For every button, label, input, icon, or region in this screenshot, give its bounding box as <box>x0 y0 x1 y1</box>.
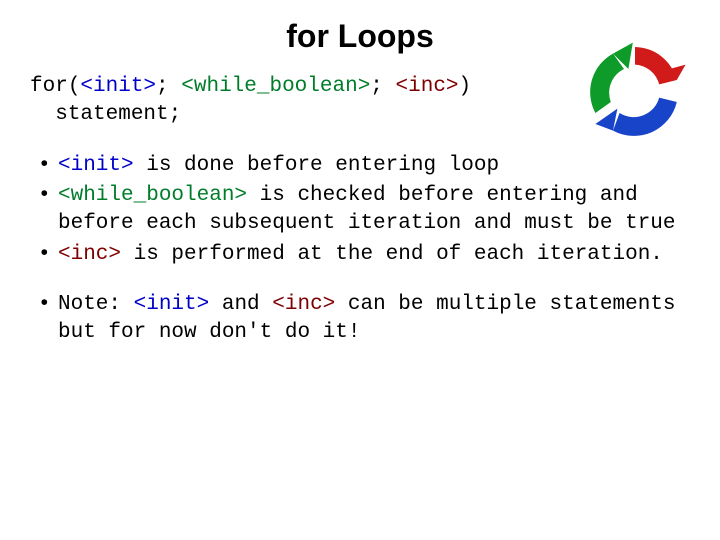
bullet-init: <init> is done before entering loop <box>30 152 690 180</box>
cycle-arrows-icon <box>580 36 690 146</box>
init-token: <init> <box>58 154 134 177</box>
while-token: <while_boolean> <box>181 75 370 98</box>
init-token: <init> <box>134 293 210 316</box>
bullet-note: Note: <init> and <inc> can be multiple s… <box>30 291 690 348</box>
statement: statement; <box>55 103 181 126</box>
bullet-list-1: <init> is done before entering loop <whi… <box>30 152 690 269</box>
bullet-text: is done before entering loop <box>134 154 499 177</box>
and-text: and <box>209 293 272 316</box>
paren-open: ( <box>68 75 81 98</box>
slide: for Loops for(<init>; <while_boolean>; <… <box>0 0 720 540</box>
sep1: ; <box>156 75 181 98</box>
indent <box>30 103 55 126</box>
paren-close: ) <box>459 75 472 98</box>
inc-token: <inc> <box>396 75 459 98</box>
inc-token: <inc> <box>58 243 121 266</box>
bullet-while: <while_boolean> is checked before enteri… <box>30 182 690 239</box>
inc-token: <inc> <box>272 293 335 316</box>
bullet-text: is performed at the end of each iteratio… <box>121 243 663 266</box>
while-token: <while_boolean> <box>58 184 247 207</box>
sep2: ; <box>370 75 395 98</box>
init-token: <init> <box>80 75 156 98</box>
note-prefix: Note: <box>58 293 134 316</box>
bullet-list-2: Note: <init> and <inc> can be multiple s… <box>30 291 690 348</box>
bullet-inc: <inc> is performed at the end of each it… <box>30 241 690 269</box>
keyword-for: for <box>30 75 68 98</box>
